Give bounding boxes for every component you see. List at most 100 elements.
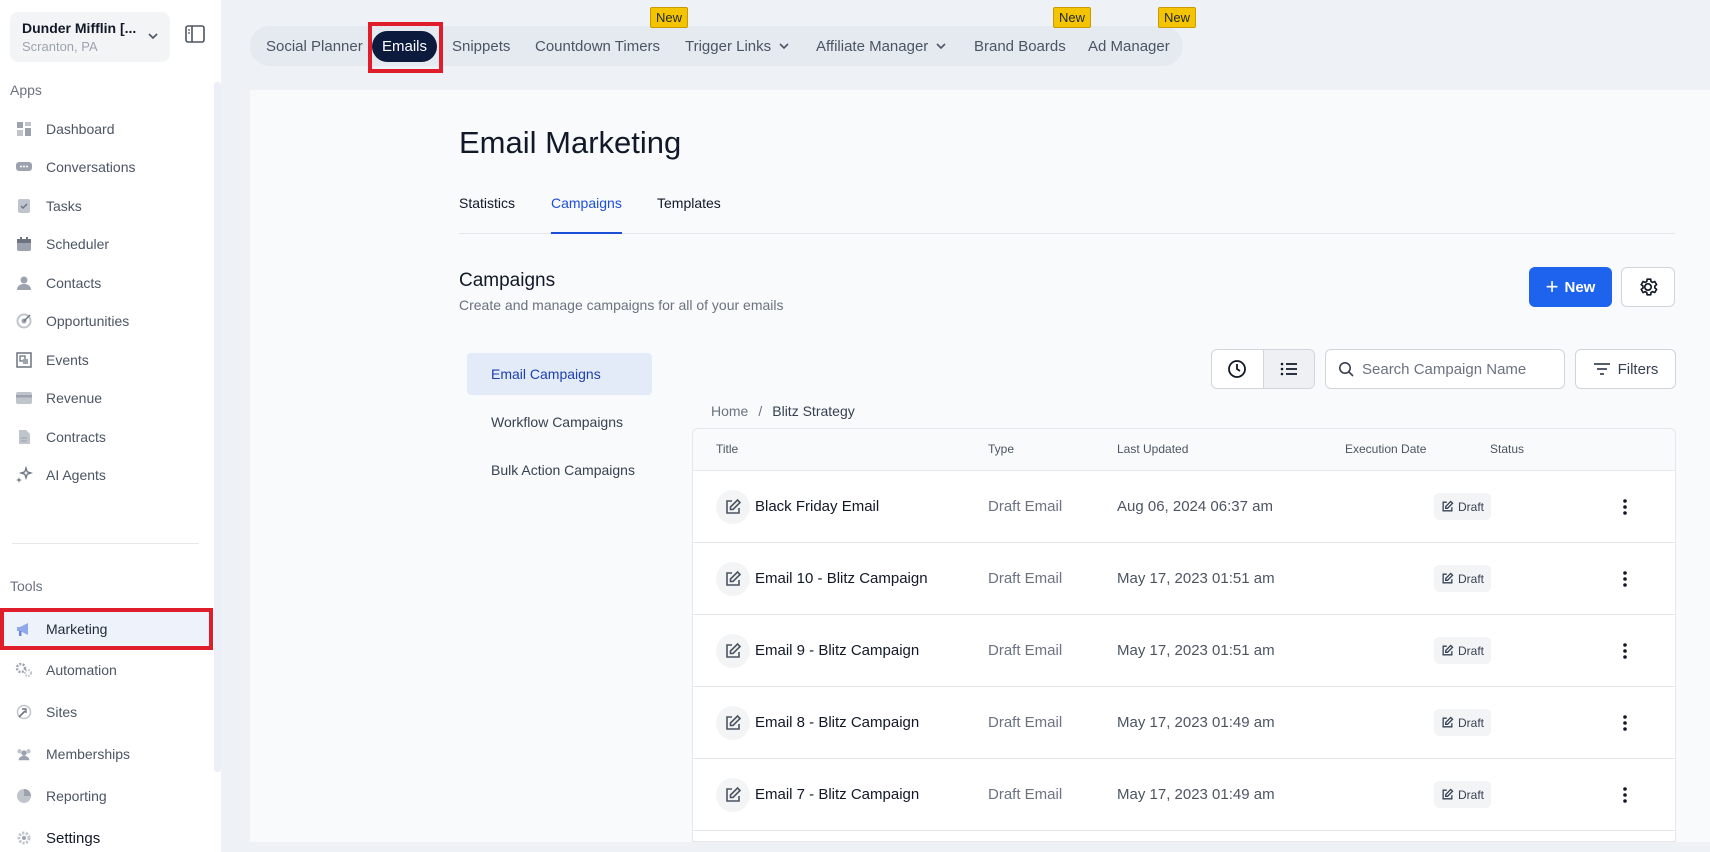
events-icon [15, 351, 33, 369]
card-icon [15, 389, 33, 407]
settings-button[interactable] [1621, 267, 1675, 307]
table-row[interactable]: Email 10 - Blitz Campaign Draft Email Ma… [693, 543, 1675, 615]
tab-statistics[interactable]: Statistics [459, 195, 515, 234]
campaign-title[interactable]: Email 9 - Blitz Campaign [755, 642, 919, 659]
campaign-title[interactable]: Email 8 - Blitz Campaign [755, 714, 919, 731]
sidebar-item-automation[interactable]: Automation [0, 651, 213, 689]
new-badge: New [650, 7, 689, 28]
chevron-down-icon [779, 43, 789, 50]
breadcrumb-home[interactable]: Home [711, 403, 748, 419]
sidebar-item-memberships[interactable]: Memberships [0, 735, 213, 773]
group-icon [15, 745, 33, 763]
chevron-down-icon [936, 43, 946, 50]
table-row[interactable]: Email 8 - Blitz Campaign Draft Email May… [693, 687, 1675, 759]
tab-snippets[interactable]: Snippets [452, 26, 510, 66]
emails-tab-highlight [368, 22, 443, 73]
filters-button[interactable]: Filters [1575, 349, 1676, 389]
campaign-type: Draft Email [988, 714, 1063, 731]
location-switcher[interactable]: Dunder Mifflin [... Scranton, PA [10, 12, 170, 62]
tasks-icon [15, 197, 33, 215]
more-options-icon[interactable] [1615, 495, 1635, 519]
sidebar-item-scheduler[interactable]: Scheduler [0, 225, 213, 263]
section-subtitle: Create and manage campaigns for all of y… [459, 297, 784, 313]
search-input[interactable] [1362, 360, 1557, 378]
sidebar: Dunder Mifflin [... Scranton, PA Apps Da… [0, 0, 221, 852]
status-label: Draft [1458, 787, 1485, 802]
filters-label: Filters [1617, 360, 1659, 378]
campaign-last-updated: May 17, 2023 01:49 am [1117, 714, 1275, 731]
tools-section-label: Tools [10, 578, 43, 594]
more-options-icon[interactable] [1615, 711, 1635, 735]
status-label: Draft [1458, 571, 1485, 586]
tab-social-planner[interactable]: Social Planner [266, 26, 363, 66]
sidebar-collapse-icon[interactable] [184, 24, 206, 44]
sidebar-item-tasks[interactable]: Tasks [0, 187, 213, 225]
column-header-execution-date[interactable]: Execution Date [1345, 442, 1426, 456]
side-tab-bulk-action-campaigns[interactable]: Bulk Action Campaigns [467, 449, 652, 491]
sidebar-item-events[interactable]: Events [0, 341, 213, 379]
person-icon [15, 274, 33, 292]
list-view-button[interactable] [1262, 350, 1314, 388]
table-row[interactable]: Black Friday Email Draft Email Aug 06, 2… [693, 471, 1675, 543]
sidebar-item-marketing[interactable]: Marketing [0, 608, 213, 650]
tab-countdown-timers[interactable]: Countdown Timers [535, 26, 660, 66]
more-options-icon[interactable] [1615, 567, 1635, 591]
tab-campaigns[interactable]: Campaigns [551, 195, 622, 234]
recent-view-button[interactable] [1212, 350, 1263, 388]
column-header-status[interactable]: Status [1490, 442, 1524, 456]
status-label: Draft [1458, 643, 1485, 658]
tab-brand-boards[interactable]: Brand Boards [974, 26, 1066, 66]
sidebar-scrollbar[interactable] [214, 82, 221, 772]
sites-icon [15, 703, 33, 721]
campaign-title[interactable]: Email 10 - Blitz Campaign [755, 570, 928, 587]
more-options-icon[interactable] [1615, 783, 1635, 807]
tab-ad-manager[interactable]: Ad Manager [1088, 26, 1170, 66]
edit-icon [1442, 788, 1454, 800]
side-tab-workflow-campaigns[interactable]: Workflow Campaigns [467, 401, 652, 443]
campaign-type: Draft Email [988, 642, 1063, 659]
pie-icon [15, 787, 33, 805]
edit-icon [716, 706, 750, 740]
sidebar-item-contracts[interactable]: Contracts [0, 418, 213, 456]
status-label: Draft [1458, 499, 1485, 514]
campaign-type: Draft Email [988, 498, 1063, 515]
chevron-down-icon [148, 33, 158, 40]
campaign-type: Draft Email [988, 786, 1063, 803]
side-tab-email-campaigns[interactable]: Email Campaigns [467, 353, 652, 395]
sidebar-item-contacts[interactable]: Contacts [0, 264, 213, 302]
tab-templates[interactable]: Templates [657, 195, 721, 234]
column-header-last-updated[interactable]: Last Updated [1117, 442, 1188, 456]
table-row[interactable]: Email 7 - Blitz Campaign Draft Email May… [693, 759, 1675, 831]
target-icon [15, 312, 33, 330]
edit-icon [716, 490, 750, 524]
sidebar-item-reporting[interactable]: Reporting [0, 777, 213, 815]
megaphone-icon [15, 620, 33, 638]
sidebar-item-conversations[interactable]: Conversations [0, 148, 213, 186]
gear-icon [15, 829, 33, 847]
breadcrumb-current: Blitz Strategy [772, 403, 855, 419]
sidebar-item-revenue[interactable]: Revenue [0, 379, 213, 417]
sidebar-item-label: Scheduler [46, 236, 110, 252]
more-options-icon[interactable] [1615, 639, 1635, 663]
tab-trigger-links[interactable]: Trigger Links [685, 26, 790, 66]
sidebar-item-opportunities[interactable]: Opportunities [0, 302, 213, 340]
main-content: Email Marketing Statistics Campaigns Tem… [250, 90, 1710, 842]
campaign-title[interactable]: Black Friday Email [755, 498, 879, 515]
list-icon [1280, 362, 1297, 376]
new-campaign-button[interactable]: + New [1529, 267, 1612, 307]
tab-affiliate-manager[interactable]: Affiliate Manager [816, 26, 947, 66]
gears-icon [15, 661, 33, 679]
column-header-type[interactable]: Type [988, 442, 1014, 456]
tab-affiliate-manager-label: Affiliate Manager [816, 37, 929, 55]
sidebar-item-label: AI Agents [46, 467, 106, 483]
sidebar-item-dashboard[interactable]: Dashboard [0, 110, 213, 148]
campaign-title[interactable]: Email 7 - Blitz Campaign [755, 786, 919, 803]
sidebar-item-sites[interactable]: Sites [0, 693, 213, 731]
sidebar-item-label: Sites [46, 704, 78, 720]
sidebar-item-ai-agents[interactable]: AI Agents [0, 456, 213, 494]
column-header-title[interactable]: Title [716, 442, 738, 456]
table-row[interactable]: Email 9 - Blitz Campaign Draft Email May… [693, 615, 1675, 687]
status-badge: Draft [1434, 637, 1492, 664]
sidebar-item-settings[interactable]: Settings [0, 819, 213, 852]
sidebar-item-label: Marketing [46, 621, 108, 637]
